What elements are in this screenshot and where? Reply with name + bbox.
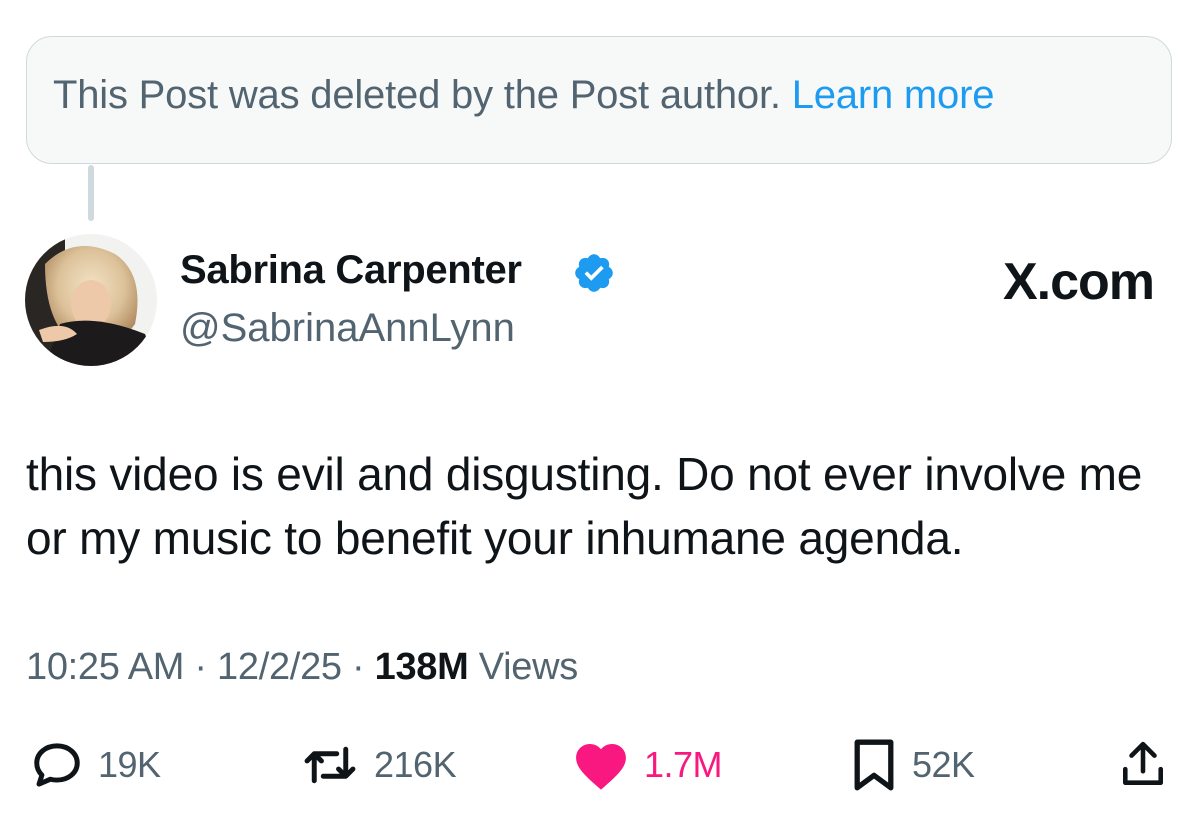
- deleted-notice-text: This Post was deleted by the Post author…: [53, 73, 994, 118]
- learn-more-link[interactable]: Learn more: [792, 73, 995, 117]
- x-com-logo: X.com: [1002, 253, 1155, 311]
- share-icon: [1123, 741, 1163, 785]
- reply-count: 19K: [98, 744, 161, 785]
- views-label: Views: [478, 646, 578, 688]
- repost-count: 216K: [374, 744, 457, 785]
- like-count: 1.7M: [644, 744, 723, 785]
- author-handle[interactable]: @SabrinaAnnLynn: [180, 306, 515, 351]
- thread-connector-line: [88, 165, 94, 221]
- bookmark-icon: [854, 739, 894, 791]
- like-button[interactable]: 1.7M: [572, 730, 723, 800]
- reply-icon: [34, 743, 80, 787]
- reply-button[interactable]: 19K: [30, 730, 161, 800]
- post-actions-bar: 19K 216K 1.7M 52K: [0, 730, 1200, 810]
- bookmark-button[interactable]: 52K: [850, 730, 975, 800]
- meta-separator: ·: [352, 646, 365, 688]
- post-text: this video is evil and disgusting. Do no…: [26, 448, 1143, 564]
- repost-button[interactable]: 216K: [300, 730, 457, 800]
- avatar[interactable]: [25, 234, 157, 366]
- deleted-notice-message: This Post was deleted by the Post author…: [53, 73, 781, 117]
- post-time[interactable]: 10:25 AM: [26, 646, 184, 688]
- verified-badge-icon: [575, 254, 613, 292]
- post-meta: 10:25 AM · 12/2/25 · 138M Views: [26, 646, 578, 689]
- deleted-post-notice: This Post was deleted by the Post author…: [26, 36, 1172, 164]
- author-display-name[interactable]: Sabrina Carpenter: [180, 248, 522, 293]
- post-date[interactable]: 12/2/25: [217, 646, 342, 688]
- bookmark-count: 52K: [912, 744, 975, 785]
- like-icon: [576, 743, 626, 790]
- views-count: 138M: [374, 646, 469, 688]
- meta-separator: ·: [194, 646, 207, 688]
- repost-icon: [304, 746, 356, 784]
- share-button[interactable]: [1118, 730, 1168, 800]
